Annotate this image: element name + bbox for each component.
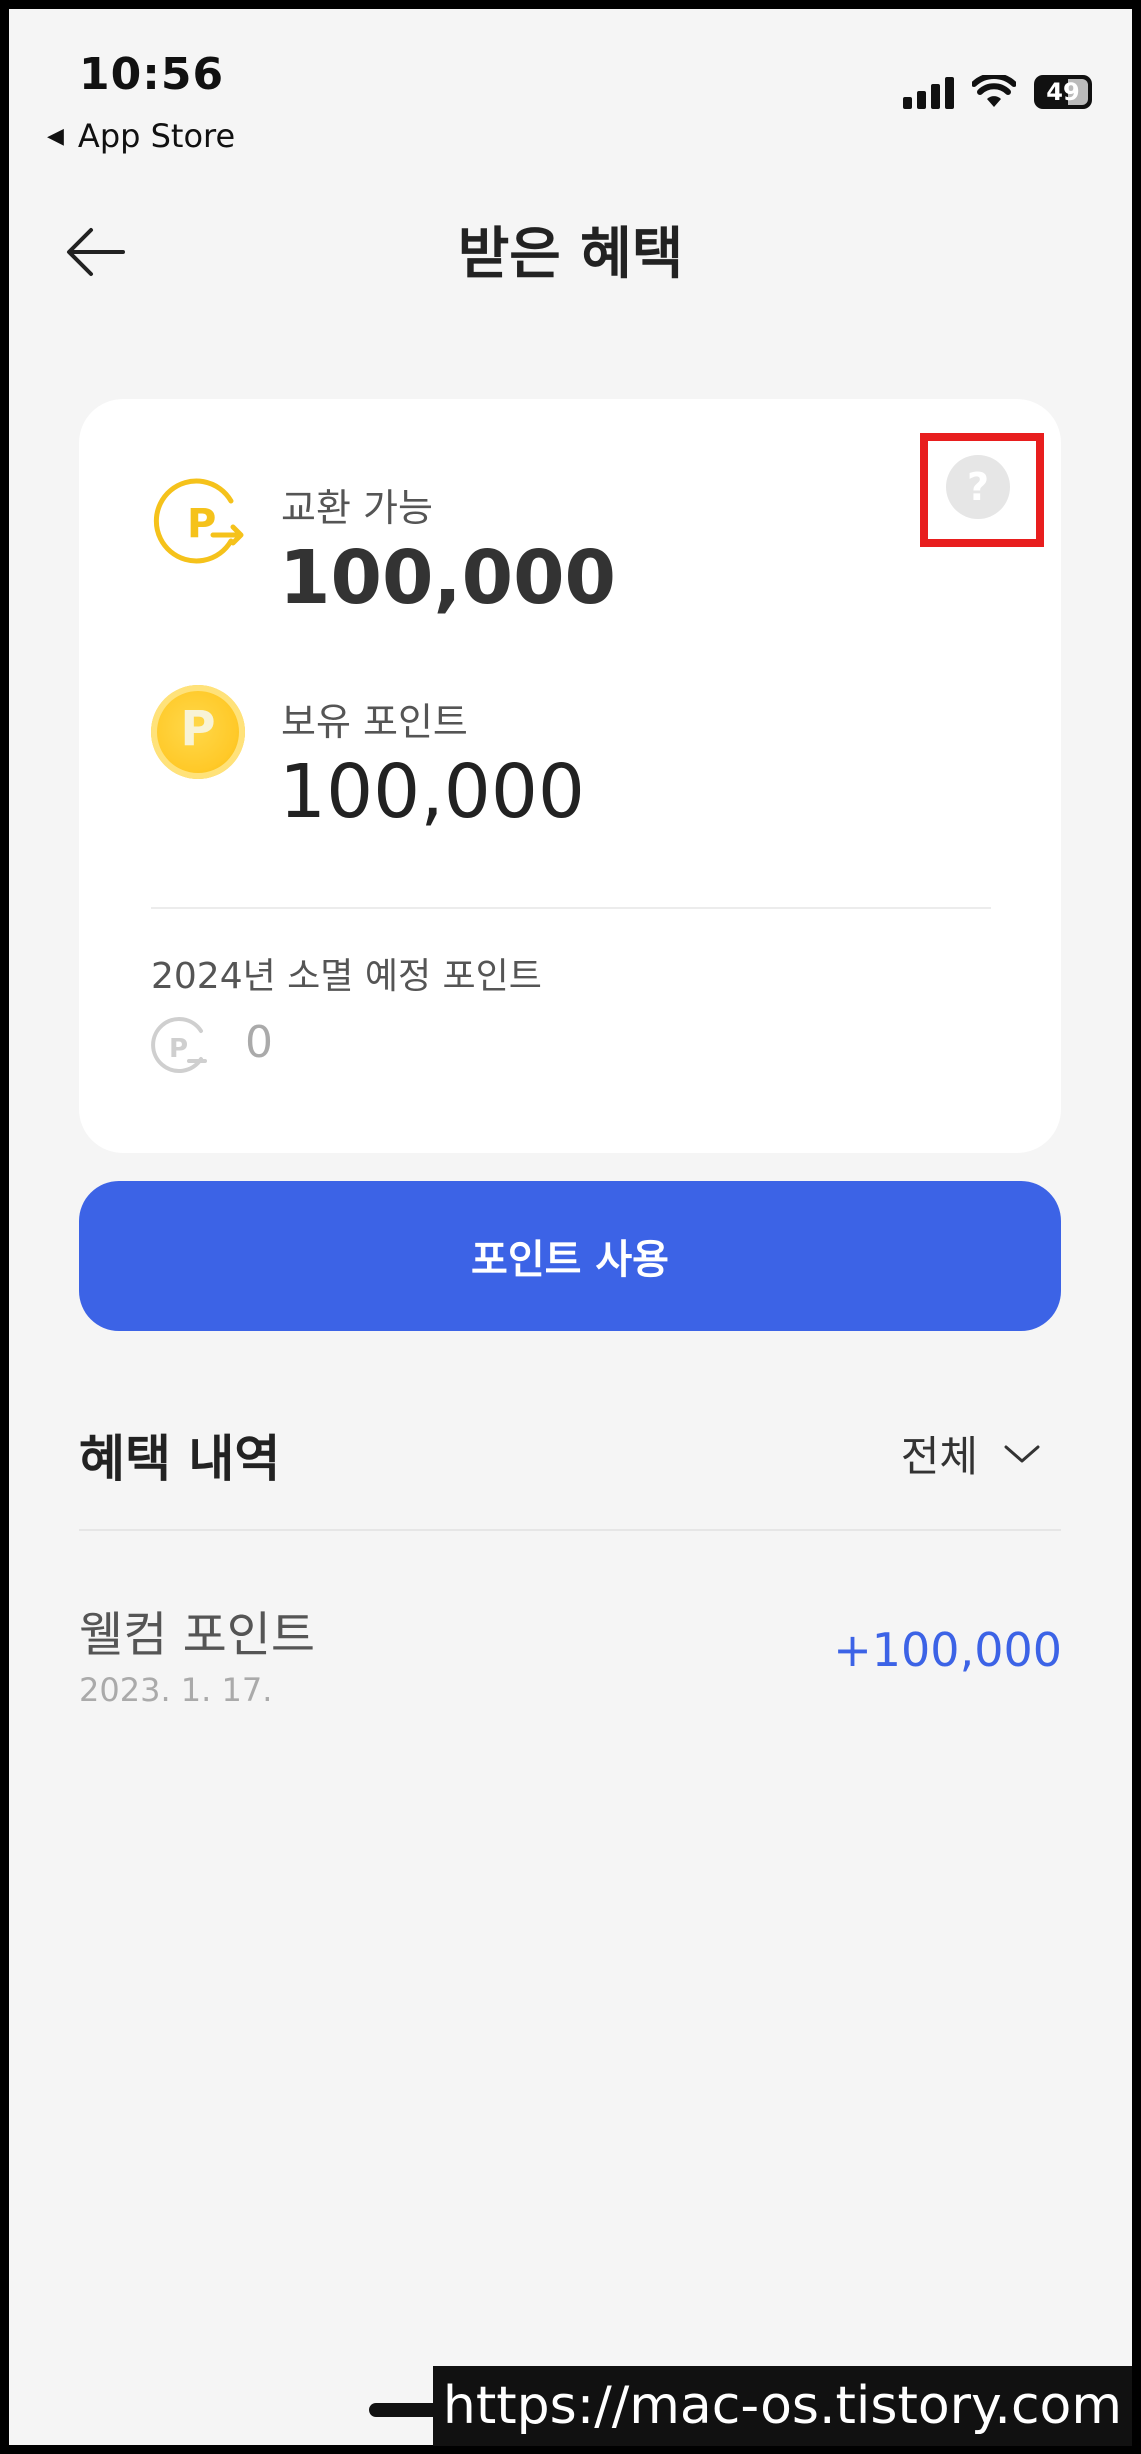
exchangeable-value: 100,000 bbox=[279, 535, 617, 621]
svg-text:P: P bbox=[169, 1034, 188, 1064]
help-highlight-box bbox=[920, 433, 1044, 547]
expiring-points-icon: P bbox=[151, 1017, 207, 1073]
history-item-amount: +100,000 bbox=[833, 1623, 1062, 1677]
history-title: 혜택 내역 bbox=[79, 1430, 281, 1488]
owned-points-value: 100,000 bbox=[279, 749, 586, 835]
chevron-down-icon bbox=[1004, 1445, 1040, 1462]
history-filter-dropdown[interactable]: 전체 bbox=[901, 1423, 1042, 1484]
back-to-app-link[interactable]: ◀ App Store bbox=[47, 117, 235, 155]
exchange-icon-letter: P bbox=[187, 501, 216, 547]
expiring-points-value: 0 bbox=[245, 1017, 273, 1068]
owned-points-label: 보유 포인트 bbox=[281, 700, 468, 744]
coin-icon: P bbox=[151, 685, 245, 779]
card-divider bbox=[151, 907, 991, 909]
exchangeable-label: 교환 가능 bbox=[281, 486, 433, 530]
history-item-date: 2023. 1. 17. bbox=[79, 1671, 273, 1709]
status-indicators: 49 bbox=[903, 75, 1092, 109]
back-triangle-icon: ◀ bbox=[47, 123, 64, 149]
use-points-button[interactable]: 포인트 사용 bbox=[79, 1181, 1061, 1331]
back-app-label: App Store bbox=[77, 117, 236, 155]
wifi-icon bbox=[972, 75, 1016, 107]
watermark-text: https://mac-os.tistory.com bbox=[432, 2366, 1132, 2446]
battery-level: 49 bbox=[1046, 78, 1080, 106]
history-item-name: 웰컴 포인트 bbox=[79, 1607, 316, 1663]
coin-icon-letter: P bbox=[180, 701, 216, 757]
filter-label: 전체 bbox=[900, 1432, 978, 1481]
battery-icon: 49 bbox=[1034, 75, 1092, 109]
exchange-points-icon: P bbox=[153, 478, 244, 564]
history-divider bbox=[79, 1529, 1061, 1531]
screen: 10:56 ◀ App Store 49 받은 혜택 ? P 교환 가능 100… bbox=[9, 9, 1132, 2445]
expiring-points-label: 2024년 소멸 예정 포인트 bbox=[151, 956, 542, 997]
cellular-signal-icon bbox=[903, 75, 954, 109]
status-time: 10:56 bbox=[79, 49, 225, 100]
page-title: 받은 혜택 bbox=[457, 222, 684, 287]
